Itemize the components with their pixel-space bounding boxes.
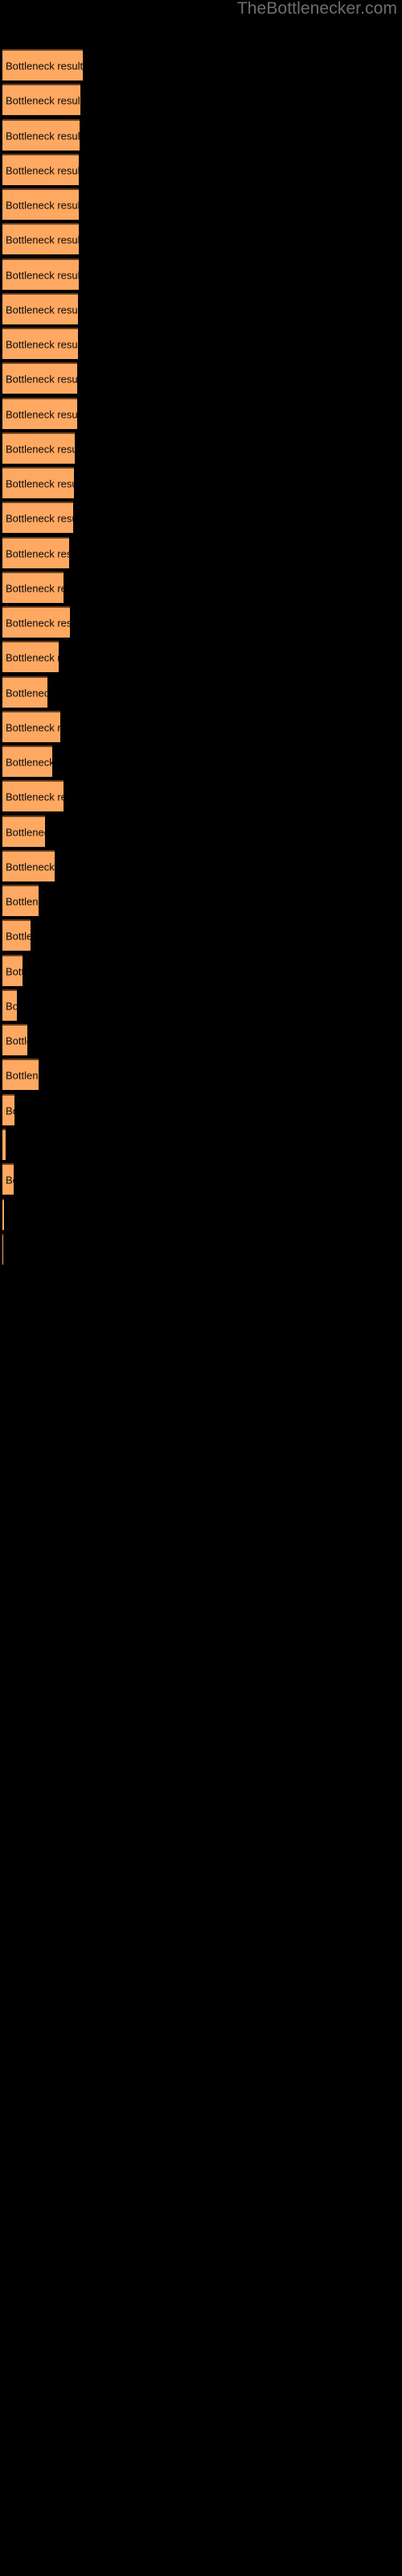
bar-label: Bottleneck result	[6, 1174, 14, 1186]
bar-label: Bottleneck result	[6, 791, 64, 803]
bar-item[interactable]: Bottleneck result	[2, 502, 73, 533]
bar-label: Bottleneck result	[6, 687, 47, 699]
bar-item[interactable]: Bottleneck result	[2, 328, 78, 359]
bar-label: Bottleneck result	[6, 617, 70, 629]
bar-label: Bottleneck result	[6, 373, 77, 385]
bar-item[interactable]: Bottleneck result	[2, 362, 77, 394]
bar-label: Bottleneck result	[6, 1104, 14, 1117]
bar-item[interactable]: Bottleneck result	[2, 432, 75, 464]
bar-label: Bottleneck result	[6, 512, 73, 524]
bar-label: Bottleneck result	[6, 547, 69, 559]
bar-label: Bottleneck result	[6, 721, 60, 733]
bar-item[interactable]: Bottleneck result	[2, 711, 60, 742]
bar-item[interactable]: Bottleneck result	[2, 1199, 4, 1230]
bar-label: Bottleneck result	[6, 965, 23, 977]
bar-item[interactable]: Bottleneck result	[2, 258, 79, 290]
bar-label: Bottleneck result	[6, 303, 78, 316]
bar-label: Bottleneck result	[6, 1000, 17, 1012]
bar-item[interactable]: Bottleneck result	[2, 780, 64, 811]
bar-label: Bottleneck result	[6, 60, 83, 72]
bar-item[interactable]: Bottleneck result	[2, 84, 80, 115]
bar-label: Bottleneck result	[6, 94, 80, 106]
bar-item[interactable]: Bottleneck result	[2, 745, 52, 777]
bar-item[interactable]: Bottleneck result	[2, 537, 69, 568]
bar-label: Bottleneck result	[6, 826, 45, 838]
bar-item[interactable]: Bottleneck result	[2, 572, 64, 603]
bar-label: Bottleneck result	[6, 477, 74, 489]
bar-item[interactable]: Bottleneck result	[2, 1024, 27, 1055]
bar-label: Bottleneck result	[6, 233, 79, 246]
bar-item[interactable]: Bottleneck result	[2, 1094, 14, 1125]
bar-label: Bottleneck result	[6, 338, 78, 350]
bar-item[interactable]: Bottleneck result	[2, 815, 45, 847]
bar-label: Bottleneck result	[6, 930, 31, 942]
bar-label: Bottleneck result	[6, 651, 59, 663]
bar-label: Bottleneck result	[6, 861, 55, 873]
bar-label: Bottleneck result	[6, 408, 77, 420]
bottleneck-chart-root: TheBottlenecker.com Bottleneck result Bot…	[0, 0, 402, 2576]
bar-item[interactable]: Bottleneck result	[2, 885, 39, 916]
bar-item[interactable]: Bottleneck result	[2, 223, 79, 254]
bar-list: Bottleneck result Bottleneck result Bottle…	[0, 0, 402, 2576]
bar-label: Bottleneck result	[6, 269, 79, 281]
bar-label: Bottleneck result	[6, 895, 39, 907]
bar-label: Bottleneck result	[6, 1034, 27, 1046]
bar-label: Bottleneck result	[6, 756, 52, 768]
bar-item[interactable]: Bottleneck result	[2, 1059, 39, 1090]
bar-item[interactable]: Bottleneck result	[2, 119, 80, 151]
bar-item[interactable]: Bottleneck result	[2, 989, 17, 1021]
bar-item[interactable]: Bottleneck result	[2, 641, 59, 672]
bar-label: Bottleneck result	[6, 443, 75, 455]
bar-item[interactable]: Bottleneck result	[2, 919, 31, 951]
bar-item[interactable]: Bottleneck result	[2, 1163, 14, 1195]
bar-label: Bottleneck result	[6, 582, 64, 594]
bar-item[interactable]: Bottleneck result	[2, 850, 55, 881]
bar-label: Bottleneck result	[6, 199, 79, 211]
bar-item[interactable]: Bottleneck result	[2, 49, 83, 80]
bar-item[interactable]: Bottleneck result	[2, 606, 70, 638]
bar-label: Bottleneck result	[6, 130, 80, 142]
bar-item[interactable]: Bottleneck result	[2, 293, 78, 324]
bar-item[interactable]: Bottleneck result	[2, 1129, 6, 1160]
bar-item[interactable]: Bottleneck result	[2, 1233, 3, 1265]
bar-item[interactable]: Bottleneck result	[2, 955, 23, 986]
bar-item[interactable]: Bottleneck result	[2, 154, 79, 185]
bar-label: Bottleneck result	[6, 1069, 39, 1081]
bar-item[interactable]: Bottleneck result	[2, 467, 74, 498]
bar-item[interactable]: Bottleneck result	[2, 398, 77, 429]
bar-item[interactable]: Bottleneck result	[2, 188, 79, 220]
bar-label: Bottleneck result	[6, 164, 79, 176]
bar-item[interactable]: Bottleneck result	[2, 676, 47, 708]
